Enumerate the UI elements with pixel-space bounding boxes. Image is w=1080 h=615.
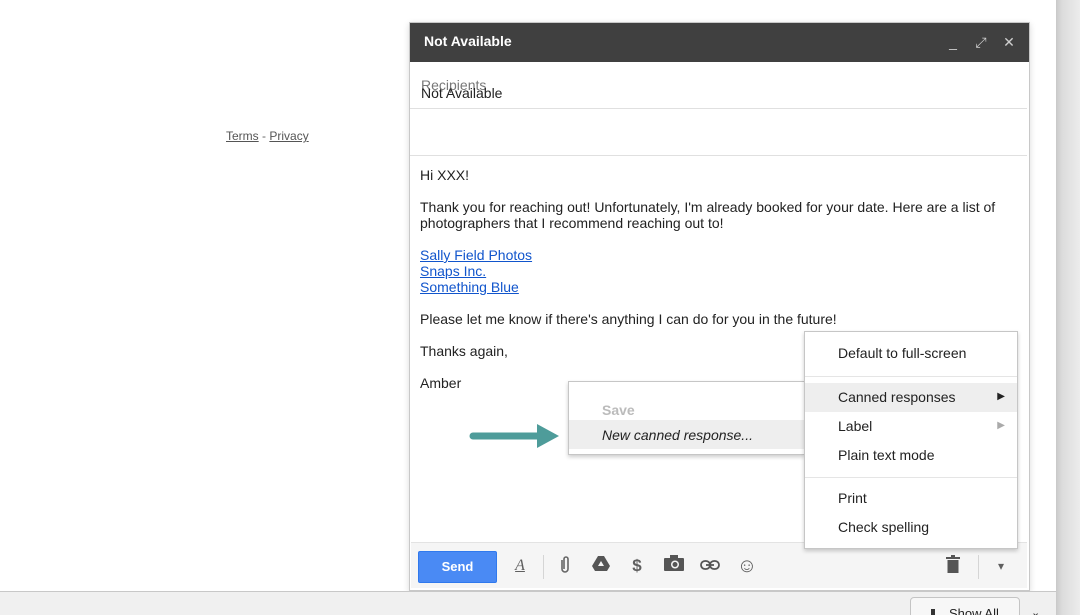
download-icon — [931, 609, 935, 615]
google-drive-icon[interactable] — [590, 555, 612, 577]
browser-scrollbar[interactable] — [1056, 0, 1080, 615]
menu-item-label[interactable]: Label ▶ — [805, 412, 1017, 441]
menu-item-plain-text-mode[interactable]: Plain text mode — [805, 441, 1017, 470]
menu-item-canned-responses[interactable]: Canned responses ▶ — [805, 383, 1017, 412]
discard-draft-icon[interactable] — [942, 555, 964, 577]
compose-header: Not Available _ ⤢ ✕ — [410, 23, 1029, 62]
expand-icon[interactable]: ⤢ — [973, 33, 989, 51]
terms-link[interactable]: Terms — [226, 129, 259, 143]
insert-photo-icon[interactable] — [663, 555, 685, 577]
body-paragraph-2: Please let me know if there's anything I… — [420, 311, 837, 327]
menu-item-label: Print — [838, 490, 867, 506]
minimize-icon[interactable]: _ — [945, 33, 961, 51]
menu-divider — [805, 376, 1017, 377]
send-button[interactable]: Send — [418, 551, 497, 583]
menu-item-label: Plain text mode — [838, 447, 935, 463]
subject-field[interactable] — [410, 109, 1027, 156]
formatting-options-icon[interactable]: A — [509, 555, 531, 577]
annotation-arrow-icon — [469, 424, 559, 448]
menu-item-label-text: Label — [838, 418, 873, 434]
show-all-label: Show All — [949, 606, 999, 615]
subject-input[interactable]: Not Available — [421, 85, 502, 101]
link-sally-field-photos[interactable]: Sally Field Photos — [420, 247, 1020, 263]
menu-item-label: Default to full-screen — [838, 345, 967, 361]
recipients-field[interactable]: Recipients — [410, 62, 1027, 109]
footer-separator: - — [262, 129, 267, 143]
shelf-chevron-icon[interactable]: ⌄ — [1031, 606, 1040, 615]
download-shelf — [0, 591, 1056, 615]
submenu-arrow-icon: ▶ — [997, 420, 1005, 431]
menu-item-print[interactable]: Print — [805, 484, 1017, 513]
show-all-downloads-button[interactable]: Show All — [910, 597, 1020, 615]
privacy-link[interactable]: Privacy — [269, 129, 308, 143]
menu-divider — [805, 477, 1017, 478]
menu-item-default-full-screen[interactable]: Default to full-screen — [805, 339, 1017, 368]
photographer-links: Sally Field Photos Snaps Inc. Something … — [420, 247, 1020, 295]
submenu-arrow-icon: ▶ — [997, 391, 1005, 402]
menu-item-check-spelling[interactable]: Check spelling — [805, 513, 1017, 542]
submenu-item-new-canned-response[interactable]: New canned response... — [569, 420, 804, 449]
link-snaps-inc[interactable]: Snaps Inc. — [420, 263, 1020, 279]
compose-window-controls: _ ⤢ ✕ — [945, 33, 1017, 51]
menu-item-label: Canned responses — [838, 389, 956, 405]
toolbar-divider — [543, 555, 544, 579]
more-options-icon[interactable]: ▾ — [990, 555, 1012, 577]
canned-responses-submenu: Save New canned response... — [568, 381, 805, 455]
attach-files-icon[interactable] — [554, 555, 576, 577]
page: Terms - Privacy Not Available _ ⤢ ✕ Reci… — [0, 0, 1080, 615]
send-money-icon[interactable]: $ — [626, 555, 648, 577]
body-greeting: Hi XXX! — [420, 167, 470, 183]
body-paragraph-1: Thank you for reaching out! Unfortunatel… — [420, 199, 996, 231]
more-options-menu: Default to full-screen Canned responses … — [804, 331, 1018, 549]
toolbar-divider-right — [978, 555, 979, 579]
link-something-blue[interactable]: Something Blue — [420, 279, 1020, 295]
insert-link-icon[interactable] — [699, 555, 721, 577]
compose-title: Not Available — [424, 33, 512, 49]
footer-links: Terms - Privacy — [226, 129, 309, 143]
menu-item-label: Check spelling — [838, 519, 930, 535]
insert-emoji-icon[interactable]: ☺ — [736, 555, 758, 577]
close-icon[interactable]: ✕ — [1001, 33, 1017, 51]
